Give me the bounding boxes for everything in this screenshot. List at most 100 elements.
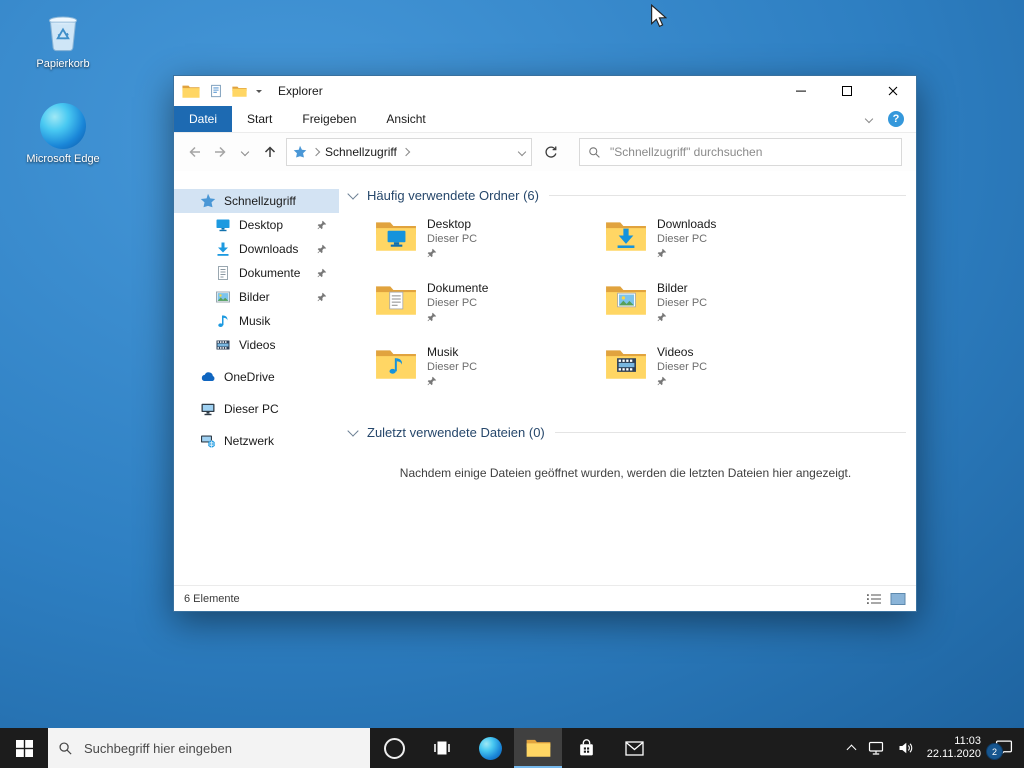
edge-icon xyxy=(478,736,502,760)
maximize-button[interactable] xyxy=(824,76,870,106)
pin-icon xyxy=(427,376,437,386)
close-button[interactable] xyxy=(870,76,916,106)
explorer-search-box[interactable] xyxy=(579,138,902,166)
breadcrumb-location[interactable]: Schnellzugriff xyxy=(325,145,397,159)
breadcrumb-chevron-icon[interactable] xyxy=(311,147,321,157)
forward-button[interactable] xyxy=(207,139,232,165)
close-icon xyxy=(888,86,898,96)
sidebar-item-onedrive[interactable]: OneDrive xyxy=(174,365,339,389)
recent-locations-button[interactable] xyxy=(232,139,257,165)
folder-tile-videos[interactable]: Videos Dieser PC xyxy=(605,345,835,400)
folder-tile-downloads[interactable]: Downloads Dieser PC xyxy=(605,217,835,272)
breadcrumb-chevron-icon[interactable] xyxy=(401,147,411,157)
recycle-bin-icon xyxy=(17,8,109,54)
sidebar-item-dokumente[interactable]: Dokumente xyxy=(174,261,339,285)
folder-tile-dokumente[interactable]: Dokumente Dieser PC xyxy=(375,281,605,336)
desktop-icon xyxy=(216,219,230,232)
properties-icon[interactable] xyxy=(209,84,223,98)
new-folder-icon[interactable] xyxy=(232,85,247,98)
minimize-icon xyxy=(796,90,806,92)
sidebar-item-dieser-pc[interactable]: Dieser PC xyxy=(174,397,339,421)
large-icons-view-button[interactable] xyxy=(890,592,906,606)
status-bar: 6 Elemente xyxy=(174,585,916,611)
window-title: Explorer xyxy=(278,84,323,98)
sidebar-item-netzwerk[interactable]: Netzwerk xyxy=(174,429,339,453)
sidebar-item-musik[interactable]: Musik xyxy=(174,309,339,333)
ribbon-expand-chevron-icon[interactable] xyxy=(864,114,874,124)
edge-icon xyxy=(17,103,109,149)
quick-access-star-icon xyxy=(293,145,307,158)
desktop: Papierkorb Microsoft Edge Explorer Datei… xyxy=(0,0,1024,768)
help-button[interactable]: ? xyxy=(888,111,904,127)
refresh-button[interactable] xyxy=(538,139,563,165)
pin-icon xyxy=(317,244,327,254)
videos-folder-icon xyxy=(605,347,647,381)
desktop-icon-label: Papierkorb xyxy=(36,58,90,70)
tab-freigeben[interactable]: Freigeben xyxy=(287,106,371,132)
start-button[interactable] xyxy=(0,728,48,768)
customize-toolbar-chevron-icon[interactable] xyxy=(256,89,262,96)
windows-logo-icon xyxy=(15,739,33,757)
store-icon xyxy=(579,738,593,755)
task-view-button[interactable] xyxy=(418,728,466,768)
tab-start[interactable]: Start xyxy=(232,106,287,132)
taskbar-search-input[interactable] xyxy=(82,739,360,757)
chevron-down-icon xyxy=(240,147,249,157)
explorer-search-input[interactable] xyxy=(608,144,893,160)
volume-icon[interactable] xyxy=(898,740,914,756)
sidebar-item-bilder[interactable]: Bilder xyxy=(174,285,339,309)
clock[interactable]: 11:03 22.11.2020 xyxy=(927,735,981,761)
tray-overflow-chevron-icon[interactable] xyxy=(846,744,857,755)
back-button[interactable] xyxy=(182,139,207,165)
section-header-recent-files: Zuletzt verwendete Dateien (0) xyxy=(347,422,906,442)
details-view-button[interactable] xyxy=(866,592,882,606)
store-taskbar-button[interactable] xyxy=(562,728,610,768)
address-bar: Schnellzugriff xyxy=(174,133,916,171)
network-status-icon[interactable] xyxy=(868,740,885,756)
sidebar-item-desktop[interactable]: Desktop xyxy=(174,213,339,237)
desktop-icon-recycle-bin[interactable]: Papierkorb xyxy=(17,8,109,70)
music-icon xyxy=(218,315,228,327)
desktop-icon-label: Microsoft Edge xyxy=(26,153,100,165)
minimize-button[interactable] xyxy=(778,76,824,106)
tab-datei[interactable]: Datei xyxy=(174,106,233,132)
mail-taskbar-button[interactable] xyxy=(610,728,658,768)
clock-date: 22.11.2020 xyxy=(926,748,981,760)
network-icon xyxy=(201,435,216,448)
up-button[interactable] xyxy=(257,139,282,165)
address-box[interactable]: Schnellzugriff xyxy=(286,138,532,166)
documents-folder-icon xyxy=(375,283,417,317)
computer-icon xyxy=(201,403,215,416)
item-count: 6 Elemente xyxy=(184,592,240,605)
action-center-button[interactable]: 2 xyxy=(986,739,1016,760)
desktop-icon-edge[interactable]: Microsoft Edge xyxy=(17,103,109,165)
file-explorer-icon xyxy=(526,738,551,758)
taskbar-search-box[interactable] xyxy=(48,728,370,768)
pictures-icon xyxy=(216,291,230,303)
star-icon xyxy=(200,193,216,208)
folder-tile-musik[interactable]: Musik Dieser PC xyxy=(375,345,605,400)
collapse-chevron-icon[interactable] xyxy=(347,187,359,200)
edge-taskbar-button[interactable] xyxy=(466,728,514,768)
pin-icon xyxy=(317,220,327,230)
music-folder-icon xyxy=(375,347,417,381)
clock-time: 11:03 xyxy=(954,735,981,747)
folder-tile-desktop[interactable]: Desktop Dieser PC xyxy=(375,217,605,272)
frequent-folders-grid: Desktop Dieser PC Downloads Dieser PC Do… xyxy=(375,217,906,400)
recent-files-empty-message: Nachdem einige Dateien geöffnet wurden, … xyxy=(399,466,852,480)
address-dropdown-chevron-icon[interactable] xyxy=(517,147,527,157)
cortana-icon xyxy=(383,737,405,759)
download-icon xyxy=(217,242,229,256)
sidebar-item-downloads[interactable]: Downloads xyxy=(174,237,339,261)
folder-tile-bilder[interactable]: Bilder Dieser PC xyxy=(605,281,835,336)
collapse-chevron-icon[interactable] xyxy=(347,424,359,437)
titlebar[interactable]: Explorer xyxy=(174,76,916,106)
pictures-folder-icon xyxy=(605,283,647,317)
sidebar-item-videos[interactable]: Videos xyxy=(174,333,339,357)
cortana-button[interactable] xyxy=(370,728,418,768)
file-explorer-taskbar-button[interactable] xyxy=(514,728,562,768)
pin-icon xyxy=(657,312,667,322)
pin-icon xyxy=(317,268,327,278)
sidebar-item-schnellzugriff[interactable]: Schnellzugriff xyxy=(174,189,339,213)
tab-ansicht[interactable]: Ansicht xyxy=(371,106,440,132)
